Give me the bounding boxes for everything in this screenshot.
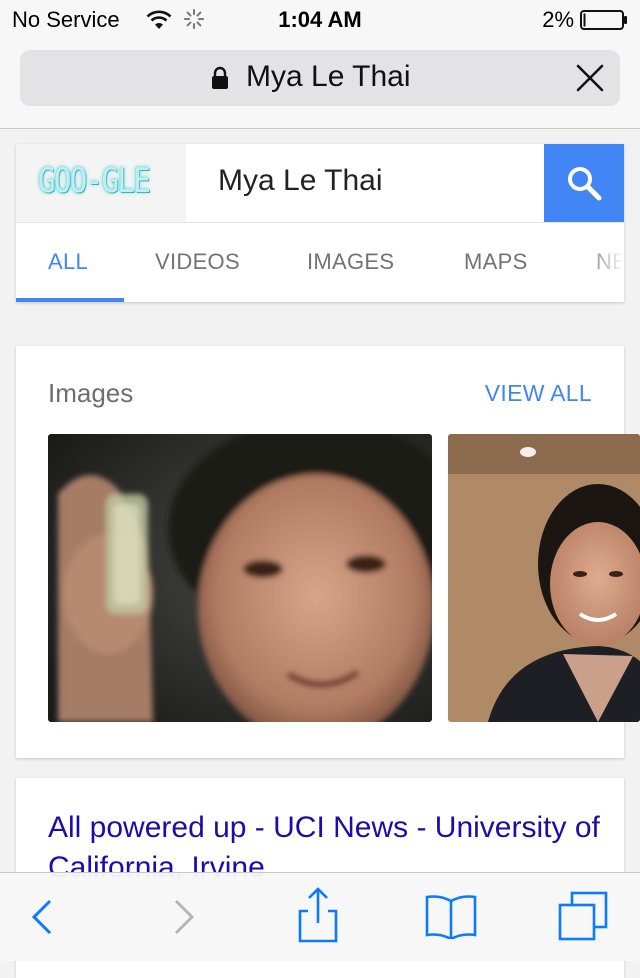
tab-maps[interactable]: MAPS (464, 249, 528, 275)
images-heading: Images (48, 378, 134, 408)
view-all-link[interactable]: VIEW ALL (485, 380, 592, 407)
logo-text: GOO-GLE (38, 161, 151, 201)
battery-icon (580, 10, 627, 30)
share-icon[interactable] (296, 887, 340, 943)
search-button[interactable] (544, 144, 624, 222)
google-doodle-logo[interactable]: GOO-GLE (16, 144, 186, 222)
tab-images[interactable]: IMAGES (307, 249, 394, 275)
photo-woman-holding-battery (48, 434, 432, 722)
tabs-fade-overlay (584, 223, 624, 302)
search-icon (568, 167, 602, 201)
wifi-icon (146, 10, 172, 29)
tab-all[interactable]: ALL (48, 249, 88, 275)
search-input[interactable] (218, 164, 518, 198)
carrier-label: No Service (12, 7, 120, 32)
activity-spinner-icon (184, 9, 204, 29)
address-text: Mya Le Thai (246, 60, 411, 93)
back-icon[interactable] (28, 897, 56, 937)
status-bar: No Service 1:04 AM 2% (0, 0, 640, 40)
tabs-icon[interactable] (556, 889, 610, 943)
lock-icon (212, 66, 228, 89)
forward-icon[interactable] (170, 897, 198, 937)
close-icon[interactable] (574, 62, 606, 94)
battery-percent: 2% (542, 7, 574, 32)
images-card: Images VIEW ALL (16, 346, 640, 758)
browser-address-area: Mya Le Thai (0, 40, 640, 129)
address-bar[interactable]: Mya Le Thai (20, 50, 620, 106)
tab-videos[interactable]: VIDEOS (155, 249, 240, 275)
image-thumbnail[interactable] (448, 434, 640, 722)
search-tabs: ALL VIDEOS IMAGES MAPS NE (16, 223, 624, 302)
active-tab-indicator (16, 298, 124, 302)
search-card: GOO-GLE ALL VIDEOS IMAGES MAPS NE (16, 144, 624, 302)
bookmarks-icon[interactable] (424, 893, 478, 939)
image-thumbnail[interactable] (48, 434, 432, 722)
photo-woman-smiling (448, 434, 640, 722)
browser-toolbar (0, 872, 640, 961)
